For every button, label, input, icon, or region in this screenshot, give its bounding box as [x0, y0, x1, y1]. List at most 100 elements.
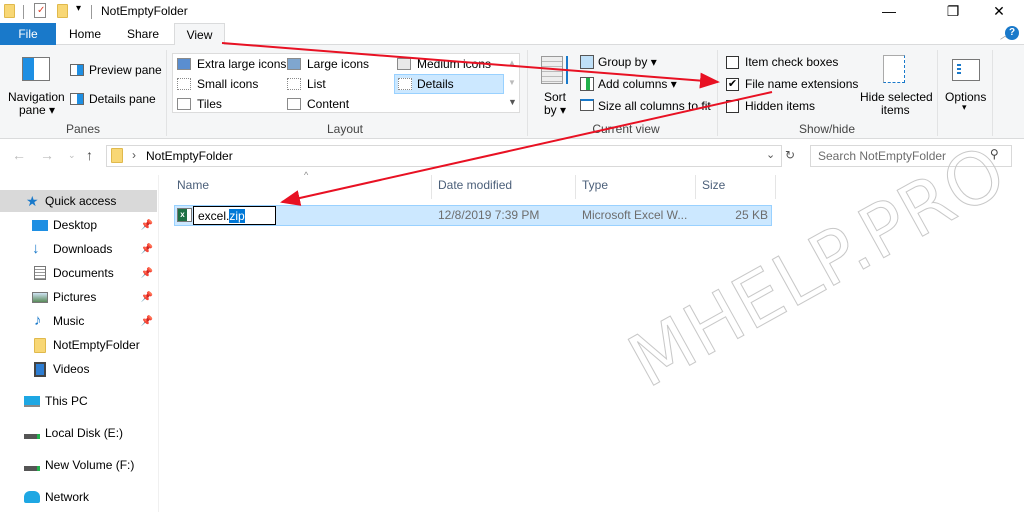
up-button[interactable]: ↑ — [86, 147, 93, 163]
group-divider — [166, 50, 167, 136]
column-divider[interactable] — [775, 175, 776, 199]
size-all-columns-button[interactable]: Size all columns to fit — [598, 99, 711, 113]
column-divider[interactable] — [695, 175, 696, 199]
close-button[interactable]: ✕ — [976, 0, 1022, 22]
gallery-expand-icon[interactable]: ▼ — [508, 97, 517, 107]
column-header-name[interactable]: Name — [177, 178, 209, 196]
column-divider[interactable] — [431, 175, 432, 199]
details-pane-button[interactable]: Details pane — [89, 92, 156, 106]
pin-icon[interactable]: 📌 — [141, 244, 153, 255]
properties-icon[interactable]: ✓ — [34, 3, 46, 18]
navigation-pane-caret[interactable]: pane ▾ — [19, 103, 55, 117]
title-bar: ✓ ▾ NotEmptyFolder — ❐ ✕ — [0, 0, 1024, 23]
back-button[interactable]: ← — [12, 147, 26, 163]
nav-label: Quick access — [45, 194, 117, 208]
breadcrumb-separator[interactable]: › — [132, 148, 136, 162]
sort-indicator-icon: ^ — [304, 170, 309, 180]
preview-pane-button[interactable]: Preview pane — [89, 63, 162, 77]
pane-splitter[interactable] — [158, 175, 159, 512]
nav-item-local-disk-e[interactable]: Local Disk (E:) — [0, 422, 157, 444]
nav-item-documents[interactable]: Documents 📌 — [0, 262, 157, 284]
item-check-boxes-checkbox[interactable] — [726, 56, 739, 69]
nav-label: Downloads — [53, 242, 113, 256]
details-icon — [398, 78, 412, 90]
group-by-button[interactable]: Group by ▾ — [598, 55, 657, 69]
new-folder-icon[interactable] — [57, 4, 68, 18]
pin-icon[interactable]: 📌 — [141, 268, 153, 279]
gallery-scroll-up-icon[interactable]: ▲ — [508, 58, 516, 67]
nav-label: Pictures — [53, 290, 97, 304]
layout-large-icons[interactable]: Large icons — [307, 57, 369, 71]
layout-details[interactable]: Details — [417, 77, 454, 91]
layout-list[interactable]: List — [307, 77, 326, 91]
rename-input[interactable]: excel.zip — [193, 206, 276, 225]
column-divider[interactable] — [575, 175, 576, 199]
pin-icon[interactable]: 📌 — [141, 292, 153, 303]
pin-icon[interactable]: 📌 — [141, 220, 153, 231]
minimize-button[interactable]: — — [866, 0, 912, 22]
excel-file-icon: x — [177, 208, 192, 222]
download-icon: ↓ — [32, 240, 40, 257]
forward-button[interactable]: → — [40, 147, 54, 163]
nav-item-music[interactable]: ♪ Music 📌 — [0, 310, 157, 332]
nav-item-quick-access[interactable]: ★ Quick access — [0, 190, 157, 212]
recent-locations-button[interactable]: ⌄ — [68, 150, 76, 161]
column-header-type[interactable]: Type — [582, 178, 608, 196]
tab-home[interactable]: Home — [62, 23, 108, 45]
help-icon[interactable]: ? — [1005, 26, 1019, 40]
nav-item-notemptyfolder[interactable]: NotEmptyFolder — [0, 334, 157, 356]
sort-by-button[interactable]: Sort — [544, 90, 566, 104]
divider — [23, 5, 24, 19]
column-header-date-modified[interactable]: Date modified — [438, 178, 512, 196]
tab-share[interactable]: Share — [120, 23, 166, 45]
nav-item-downloads[interactable]: ↓ Downloads 📌 — [0, 238, 157, 260]
group-label-show-hide: Show/hide — [798, 122, 856, 136]
pin-icon[interactable]: 📌 — [141, 316, 153, 327]
group-label-current-view: Current view — [592, 122, 660, 136]
column-header-size[interactable]: Size — [702, 178, 725, 196]
sort-by-caret[interactable]: by ▾ — [544, 103, 566, 117]
layout-tiles[interactable]: Tiles — [197, 97, 222, 111]
details-pane-icon — [70, 93, 84, 105]
navigation-pane-button[interactable]: Navigation — [8, 90, 65, 104]
layout-small-icons[interactable]: Small icons — [197, 77, 258, 91]
file-name-extensions-checkbox[interactable]: ✔ — [726, 78, 739, 91]
large-icons-icon — [287, 58, 301, 70]
file-name-extensions-label[interactable]: File name extensions — [745, 77, 858, 91]
nav-item-new-volume-f[interactable]: New Volume (F:) — [0, 454, 157, 476]
nav-label: This PC — [45, 394, 88, 408]
tab-view[interactable]: View — [174, 23, 225, 46]
nav-item-desktop[interactable]: Desktop 📌 — [0, 214, 157, 236]
preview-pane-icon — [70, 64, 84, 76]
gallery-scroll-down-icon[interactable]: ▼ — [508, 78, 516, 87]
nav-item-this-pc[interactable]: This PC — [0, 390, 157, 412]
add-columns-button[interactable]: Add columns ▾ — [598, 77, 677, 91]
address-dropdown-icon[interactable]: ⌄ — [766, 148, 775, 161]
hide-selected-items-icon — [883, 55, 905, 83]
list-icon — [287, 78, 301, 90]
hidden-items-label[interactable]: Hidden items — [745, 99, 815, 113]
navigation-pane-icon[interactable] — [22, 57, 50, 81]
options-caret[interactable]: ▾ — [962, 102, 967, 113]
folder-icon — [111, 148, 123, 163]
group-label-panes: Panes — [65, 122, 101, 136]
drive-icon — [24, 465, 40, 471]
tab-file[interactable]: File — [0, 23, 56, 45]
hide-selected-items-button[interactable]: Hide selected — [860, 90, 933, 104]
item-check-boxes-label[interactable]: Item check boxes — [745, 55, 838, 69]
cell-type: Microsoft Excel W... — [582, 208, 688, 222]
nav-item-pictures[interactable]: Pictures 📌 — [0, 286, 157, 308]
hide-selected-items-button-line2[interactable]: items — [881, 103, 910, 117]
layout-medium-icons[interactable]: Medium icons — [417, 57, 491, 71]
maximize-button[interactable]: ❐ — [930, 0, 976, 22]
layout-extra-large-icons[interactable]: Extra large icons — [197, 57, 286, 71]
layout-content[interactable]: Content — [307, 97, 349, 111]
customize-quick-access-icon[interactable]: ▾ — [76, 3, 81, 14]
hidden-items-checkbox[interactable] — [726, 100, 739, 113]
breadcrumb-notemptyfolder[interactable]: NotEmptyFolder — [146, 149, 233, 163]
nav-item-network[interactable]: Network — [0, 486, 157, 508]
star-icon: ★ — [26, 193, 39, 209]
nav-item-videos[interactable]: Videos — [0, 358, 157, 380]
nav-label: NotEmptyFolder — [53, 338, 140, 352]
refresh-icon[interactable]: ↻ — [785, 148, 795, 162]
